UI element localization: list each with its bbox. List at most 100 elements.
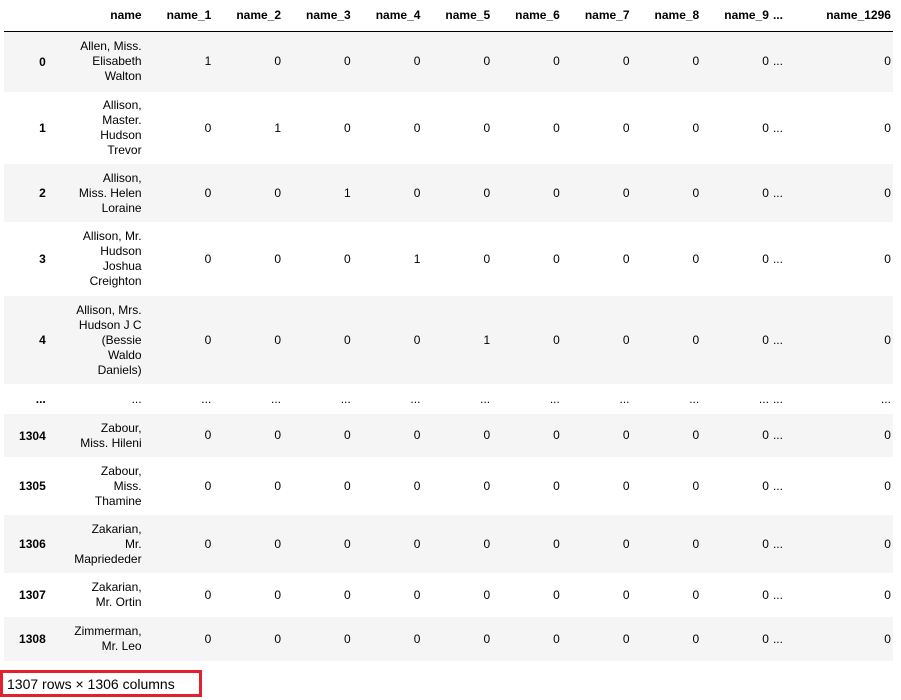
ellipsis-cell: ... bbox=[772, 54, 783, 69]
value-cell: 0 bbox=[884, 54, 891, 69]
value-cell: 0 bbox=[344, 120, 351, 135]
value-cell: 0 bbox=[762, 587, 769, 602]
value-cell: 0 bbox=[692, 54, 700, 69]
row-index: 3 bbox=[39, 252, 46, 266]
name-cell: Allison, Miss. Helen Loraine bbox=[78, 170, 142, 215]
value-cell: ... bbox=[549, 391, 560, 406]
value-cell: ... bbox=[619, 391, 630, 406]
value-cell: 0 bbox=[413, 478, 421, 493]
value-cell: 0 bbox=[553, 428, 560, 442]
ellipsis-cell: ... bbox=[772, 478, 783, 493]
value-cell: 0 bbox=[413, 185, 421, 200]
value-cell: 0 bbox=[274, 185, 282, 200]
value-cell: 0 bbox=[274, 587, 282, 602]
value-cell: 1 bbox=[483, 332, 491, 347]
value-cell: 0 bbox=[204, 185, 212, 200]
value-cell: 0 bbox=[622, 631, 630, 646]
value-cell: 0 bbox=[483, 428, 491, 442]
value-cell: 0 bbox=[483, 536, 491, 551]
value-cell: 0 bbox=[622, 251, 630, 266]
value-cell: 0 bbox=[762, 332, 769, 347]
value-cell: 0 bbox=[884, 428, 891, 442]
column-header: name bbox=[49, 0, 146, 32]
value-cell: 0 bbox=[762, 185, 769, 200]
ellipsis-cell: ... bbox=[772, 536, 783, 551]
value-cell: 0 bbox=[274, 536, 282, 551]
value-cell: 0 bbox=[483, 185, 491, 200]
row-index: 1304 bbox=[19, 428, 46, 443]
value-cell: 0 bbox=[204, 251, 212, 266]
value-cell: 0 bbox=[762, 54, 769, 69]
value-cell: 1 bbox=[413, 251, 421, 266]
value-cell: 0 bbox=[692, 428, 700, 442]
value-cell: 0 bbox=[274, 332, 282, 347]
value-cell: ... bbox=[880, 391, 891, 406]
value-cell: 0 bbox=[274, 631, 282, 646]
row-index: 1308 bbox=[19, 632, 46, 646]
value-cell: 0 bbox=[553, 536, 560, 551]
value-cell: 0 bbox=[762, 428, 769, 442]
value-cell: ... bbox=[758, 391, 769, 406]
value-cell: 0 bbox=[344, 631, 351, 646]
value-cell: 0 bbox=[762, 251, 769, 266]
name-cell: Zakarian, Mr. Mapriededer bbox=[74, 521, 142, 566]
value-cell: 0 bbox=[884, 332, 891, 347]
column-header: name_1296 bbox=[801, 0, 893, 32]
value-cell: 0 bbox=[274, 428, 282, 442]
value-cell: 0 bbox=[413, 631, 421, 646]
value-cell: 0 bbox=[622, 587, 630, 602]
value-cell: 0 bbox=[344, 478, 351, 493]
table-row: ....................................... bbox=[4, 384, 893, 414]
value-cell: 0 bbox=[553, 332, 560, 347]
value-cell: 0 bbox=[762, 631, 769, 646]
value-cell: 0 bbox=[622, 120, 630, 135]
ellipsis-cell: ... bbox=[772, 587, 783, 602]
value-cell: 0 bbox=[884, 185, 891, 200]
column-header: name_3 bbox=[285, 0, 355, 32]
value-cell: 0 bbox=[483, 120, 491, 135]
row-index: 2 bbox=[39, 186, 46, 200]
value-cell: 0 bbox=[692, 251, 700, 266]
value-cell: 0 bbox=[884, 120, 891, 135]
value-cell: 0 bbox=[553, 251, 560, 266]
table-row: 1304 Zabour, Miss. Hileni 0 0 0 0 0 0 0 0 0... 0 bbox=[4, 414, 893, 457]
table-row: 3 Allison, Mr. Hudson Joshua Creighton 0 0 0… bbox=[4, 222, 893, 296]
value-cell: 0 bbox=[884, 536, 891, 551]
value-cell: ... bbox=[689, 391, 700, 406]
value-cell: 0 bbox=[553, 185, 560, 200]
name-cell: Allison, Mrs. Hudson J C (Bessie Waldo D… bbox=[76, 302, 142, 377]
value-cell: 0 bbox=[884, 587, 891, 602]
name-cell: Zabour, Miss. Thamine bbox=[94, 463, 142, 508]
ellipsis-cell: ... bbox=[772, 120, 783, 135]
value-cell: 0 bbox=[553, 587, 560, 602]
row-index: 4 bbox=[39, 333, 46, 347]
value-cell: 0 bbox=[622, 185, 630, 200]
value-cell: 0 bbox=[884, 631, 891, 646]
value-cell: 0 bbox=[884, 478, 891, 493]
value-cell: 0 bbox=[692, 478, 700, 493]
table-row: 1 Allison, Master. Hudson Trevor 0 1 0 0 0 0 0 0 0… bbox=[4, 92, 893, 164]
ellipsis-cell: ... bbox=[772, 185, 783, 200]
value-cell: 0 bbox=[204, 478, 212, 493]
table-row: 2 Allison, Miss. Helen Loraine 0 0 1 0 0 0 0 0 0..… bbox=[4, 164, 893, 222]
table-row: 1308 Zimmerman, Mr. Leo 0 0 0 0 0 0 0 0 0... 0 bbox=[4, 617, 893, 661]
value-cell: 0 bbox=[413, 587, 421, 602]
row-index: 1307 bbox=[19, 588, 46, 602]
value-cell: ... bbox=[201, 391, 212, 406]
row-index: 1 bbox=[39, 121, 46, 135]
value-cell: 0 bbox=[483, 54, 491, 69]
name-cell: Allison, Master. Hudson Trevor bbox=[100, 98, 142, 157]
value-cell: ... bbox=[480, 391, 491, 406]
value-cell: 0 bbox=[204, 536, 212, 551]
value-cell: 0 bbox=[692, 185, 700, 200]
value-cell: 0 bbox=[483, 478, 491, 493]
value-cell: 0 bbox=[622, 478, 630, 493]
value-cell: 0 bbox=[274, 251, 282, 266]
value-cell: 0 bbox=[692, 536, 700, 551]
value-cell: 0 bbox=[344, 251, 351, 266]
column-header: name_9 bbox=[703, 0, 773, 32]
column-header: name_5 bbox=[424, 0, 495, 32]
ellipsis-cell: ... bbox=[772, 631, 783, 646]
dataframe-table-container: name name_1 name_2 name_3 name_4 name_5 name_6… bbox=[4, 0, 893, 662]
value-cell: 0 bbox=[204, 587, 212, 602]
